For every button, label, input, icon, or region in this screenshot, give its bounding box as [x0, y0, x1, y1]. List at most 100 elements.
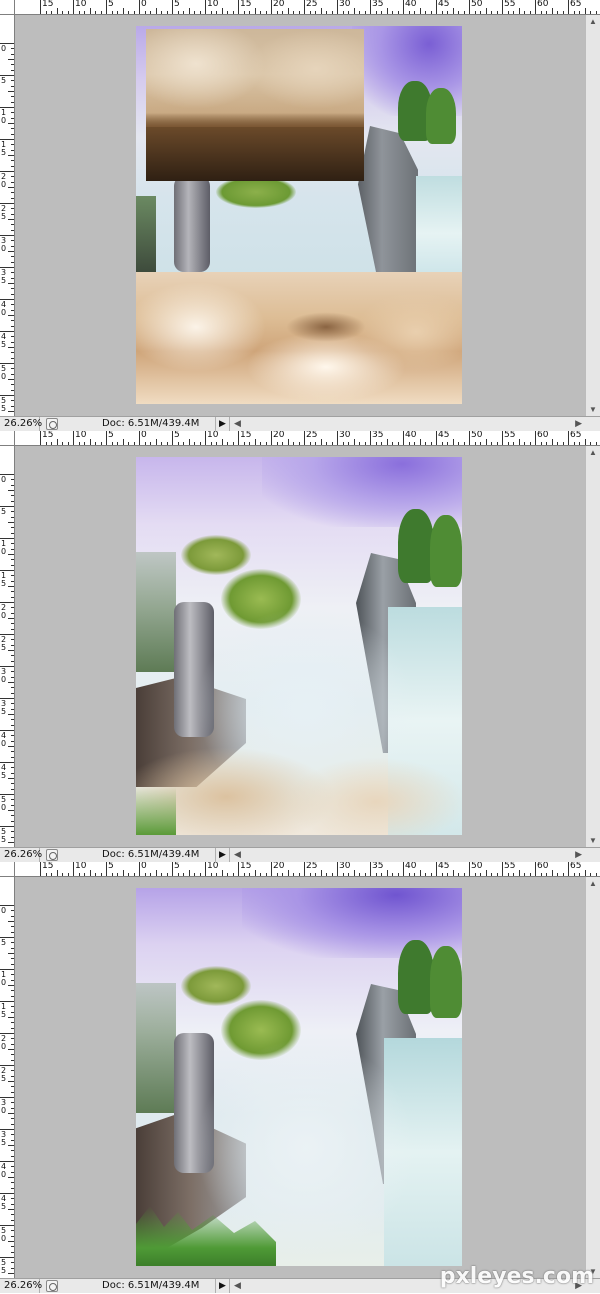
ruler-major-tick [172, 0, 173, 14]
ruler-minor-tick [11, 575, 14, 577]
ruler-major-tick [337, 431, 338, 445]
vertical-scrollbar[interactable]: ▲ ▼ [585, 877, 600, 1278]
ruler-minor-tick [540, 442, 542, 445]
ruler-major-tick [73, 431, 74, 445]
ruler-minor-tick [463, 11, 465, 14]
scroll-up-icon[interactable]: ▲ [589, 448, 597, 457]
ruler-origin[interactable] [0, 0, 15, 15]
document-canvas[interactable] [136, 888, 462, 1266]
ruler-minor-tick [276, 442, 278, 445]
ruler-label: 5 [174, 0, 180, 9]
ruler-label: 10 [207, 862, 219, 871]
ruler-label: 65 [570, 431, 582, 440]
vertical-scrollbar[interactable]: ▲ ▼ [585, 446, 600, 847]
ruler-minor-tick [11, 799, 14, 801]
horizontal-scrollbar[interactable]: ◀ ▶ [230, 848, 600, 862]
horizontal-ruler[interactable]: 15 10 5 0 5 10 15 20 25 30 35 40 45 50 55 60 65 [0, 0, 600, 15]
ruler-major-tick [436, 0, 437, 14]
ruler-minor-tick [425, 11, 426, 14]
ruler-minor-tick [8, 219, 14, 220]
zoom-field[interactable]: 26.26% [0, 417, 42, 431]
ruler-minor-tick [8, 842, 14, 843]
scroll-up-icon[interactable]: ▲ [589, 879, 597, 888]
horizontal-ruler[interactable]: 15 10 5 0 5 10 15 20 25 30 35 40 45 50 55 60 65 [0, 862, 600, 877]
zoom-field[interactable]: 26.26% [0, 848, 42, 862]
ruler-minor-tick [11, 149, 14, 151]
horizontal-scrollbar[interactable]: ◀ ▶ [230, 417, 600, 431]
ruler-minor-tick [155, 439, 157, 445]
scroll-down-icon[interactable]: ▼ [589, 836, 597, 845]
ruler-minor-tick [524, 873, 525, 876]
ruler-minor-tick [287, 8, 289, 14]
ruler-minor-tick [11, 639, 14, 641]
ruler-major-tick [403, 0, 404, 14]
scroll-left-icon[interactable]: ◀ [234, 848, 241, 862]
ruler-label: 20 [273, 862, 285, 871]
vertical-ruler[interactable]: 051 01 52 02 53 03 54 04 55 05 5 [0, 877, 15, 1278]
ruler-minor-tick [546, 873, 547, 876]
ruler-minor-tick [8, 123, 14, 124]
ruler-label: 45 [438, 431, 450, 440]
ruler-major-tick [40, 431, 41, 445]
ruler-minor-tick [375, 873, 377, 876]
ruler-minor-tick [397, 11, 399, 14]
dust-photo-layer[interactable] [146, 29, 364, 181]
vertical-scrollbar[interactable]: ▲ ▼ [585, 15, 600, 416]
zoom-icon[interactable] [46, 849, 58, 861]
scroll-left-icon[interactable]: ◀ [234, 1279, 241, 1293]
ruler-minor-tick [551, 870, 553, 876]
horizontal-ruler[interactable]: 15 10 5 0 5 10 15 20 25 30 35 40 45 50 55 60 65 [0, 431, 600, 446]
ruler-minor-tick [11, 596, 14, 598]
ruler-minor-tick [11, 926, 14, 928]
ruler-minor-tick [11, 735, 14, 737]
status-bar: 26.26% Doc: 6.51M/439.4M ▶ ◀ ▶ [0, 416, 600, 431]
ruler-minor-tick [419, 870, 421, 876]
scroll-right-icon[interactable]: ▶ [575, 417, 582, 431]
scroll-up-icon[interactable]: ▲ [589, 17, 597, 26]
ruler-minor-tick [194, 873, 195, 876]
ruler-origin[interactable] [0, 431, 15, 446]
play-arrow-icon[interactable]: ▶ [216, 417, 230, 431]
ruler-major-tick [568, 862, 569, 876]
zoom-icon[interactable] [46, 1280, 58, 1292]
ruler-minor-tick [11, 1011, 14, 1013]
ruler-minor-tick [11, 820, 14, 822]
scroll-right-icon[interactable]: ▶ [575, 848, 582, 862]
ruler-minor-tick [458, 11, 459, 14]
ruler-minor-tick [221, 439, 223, 445]
scroll-down-icon[interactable]: ▼ [589, 405, 597, 414]
ruler-minor-tick [188, 870, 190, 876]
ruler-label: 55 [504, 0, 516, 9]
ruler-minor-tick [11, 724, 14, 726]
ruler-label: 5 [108, 0, 114, 9]
ruler-minor-tick [11, 708, 14, 710]
ruler-minor-tick [11, 1027, 14, 1029]
zoom-icon[interactable] [46, 418, 58, 430]
vertical-ruler[interactable]: 051 01 52 02 53 03 54 04 55 05 5 [0, 15, 15, 416]
ruler-minor-tick [359, 11, 360, 14]
ruler-minor-tick [232, 11, 234, 14]
play-arrow-icon[interactable]: ▶ [216, 848, 230, 862]
ruler-minor-tick [260, 442, 261, 445]
play-arrow-icon[interactable]: ▶ [216, 1279, 230, 1293]
ruler-minor-tick [11, 197, 14, 199]
ruler-minor-tick [243, 442, 245, 445]
scroll-left-icon[interactable]: ◀ [234, 417, 241, 431]
ruler-origin[interactable] [0, 862, 15, 877]
ruler-minor-tick [8, 810, 14, 811]
horizon-band [146, 113, 364, 127]
ruler-minor-tick [485, 8, 487, 14]
tree-foliage [181, 966, 251, 1006]
document-canvas[interactable] [136, 457, 462, 835]
ruler-minor-tick [485, 439, 487, 445]
ruler-major-tick [205, 0, 206, 14]
ruler-minor-tick [51, 873, 52, 876]
ruler-major-tick [568, 0, 569, 14]
ruler-minor-tick [11, 740, 14, 742]
vertical-ruler[interactable]: 051 01 52 02 53 03 54 04 55 05 5 [0, 446, 15, 847]
zoom-field[interactable]: 26.26% [0, 1279, 42, 1293]
ruler-minor-tick [458, 442, 459, 445]
ruler-minor-tick [425, 873, 426, 876]
ruler-minor-tick [381, 873, 382, 876]
ruler-minor-tick [95, 442, 96, 445]
